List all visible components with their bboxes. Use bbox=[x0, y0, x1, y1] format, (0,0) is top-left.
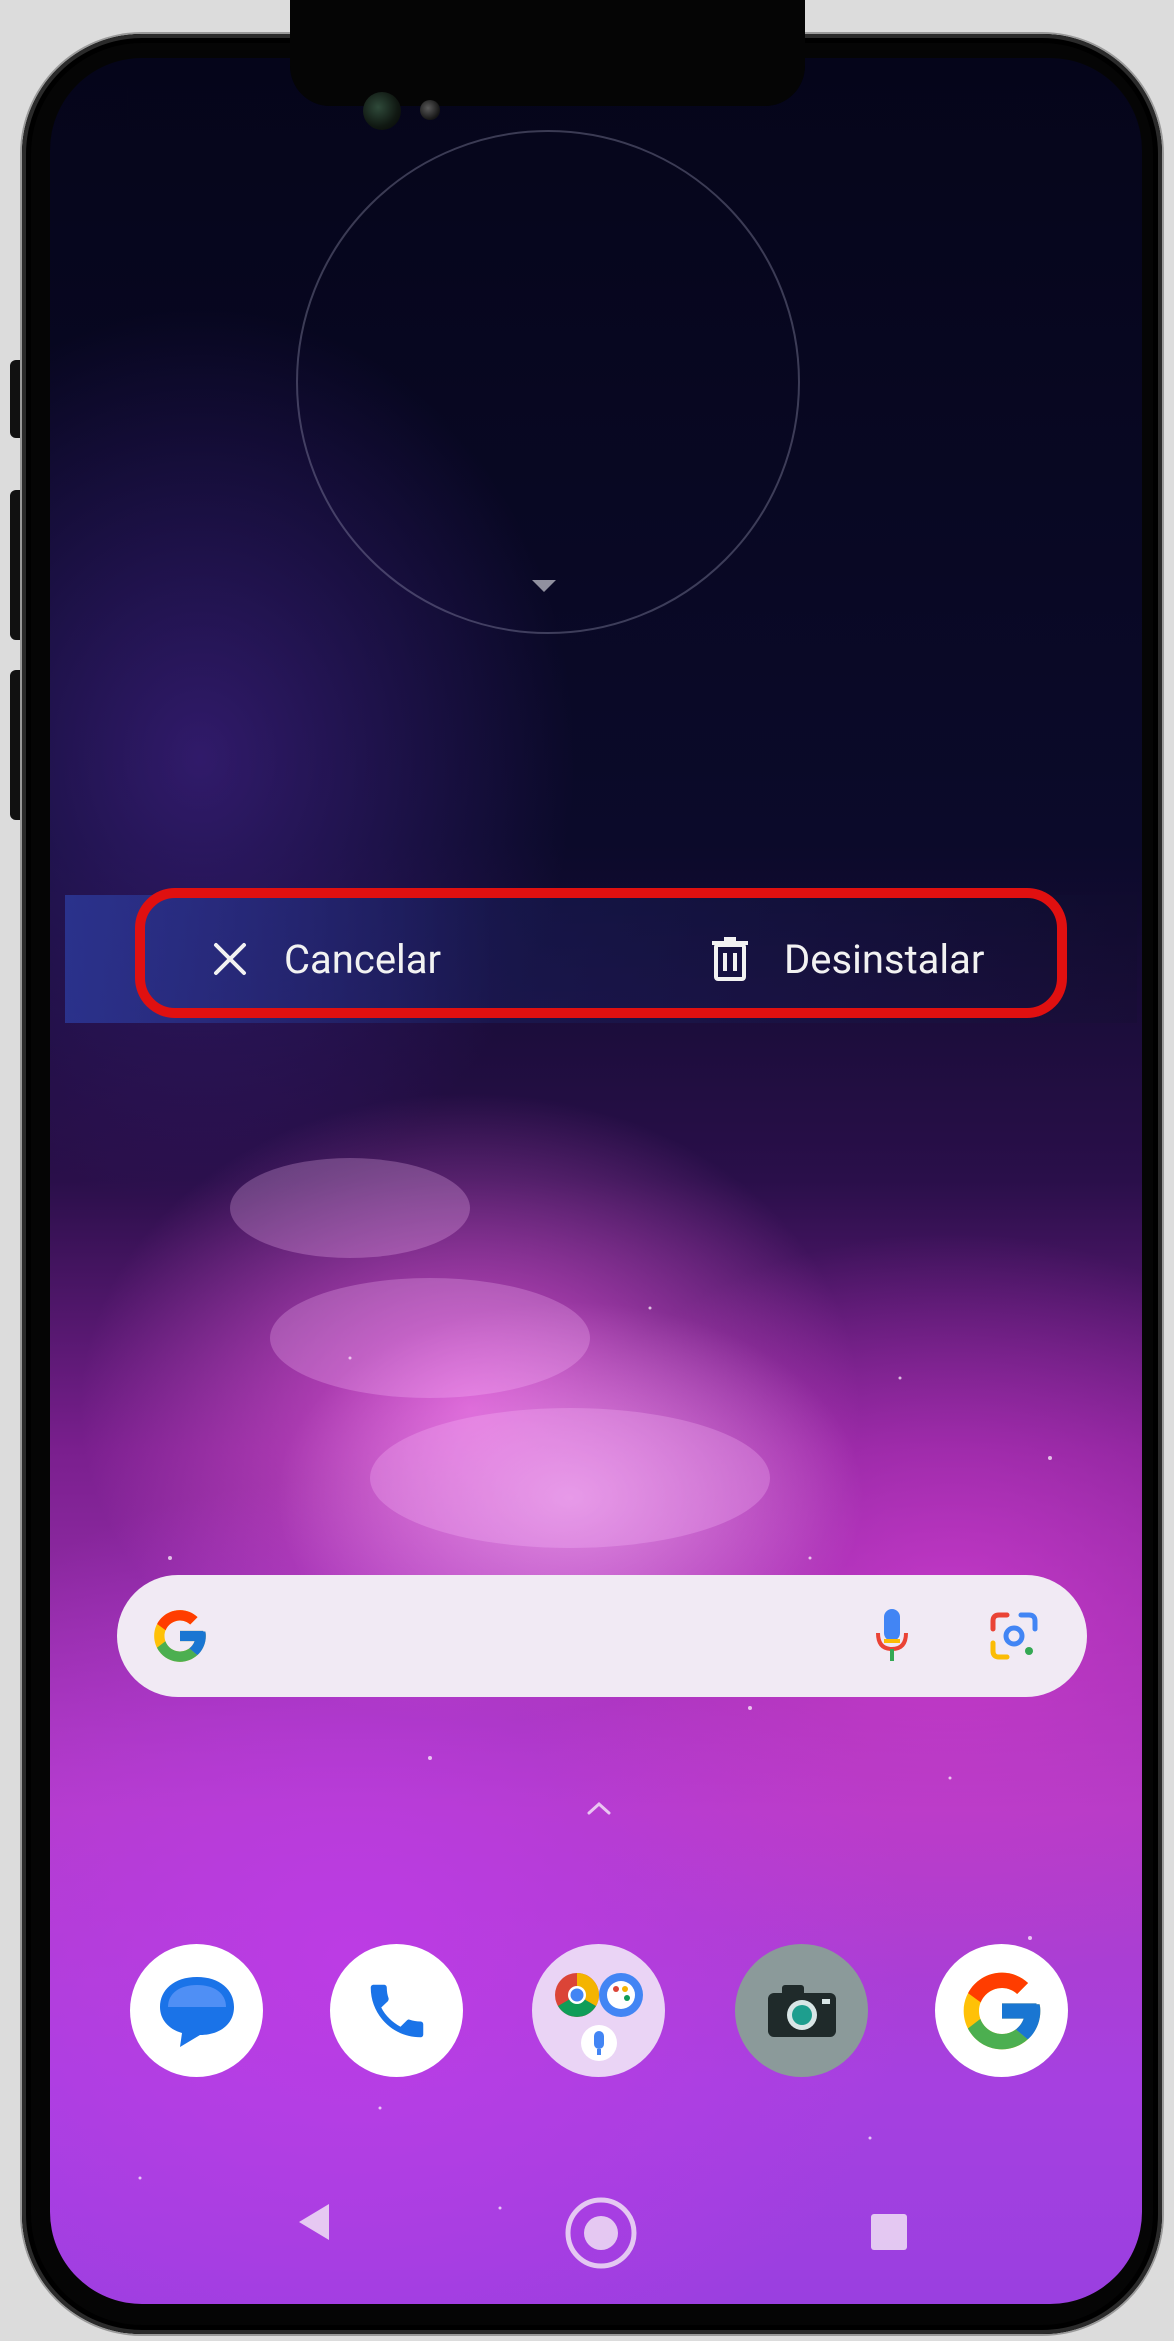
proximity-sensor bbox=[420, 100, 440, 120]
uninstall-label: Desinstalar bbox=[784, 935, 985, 983]
cancel-button[interactable]: Cancelar bbox=[212, 930, 441, 988]
uninstall-button[interactable]: Desinstalar bbox=[712, 930, 984, 988]
messages-app-icon[interactable] bbox=[130, 1944, 263, 2077]
google-lens-icon[interactable] bbox=[989, 1611, 1039, 1661]
chrome-google-folder-icon[interactable] bbox=[532, 1944, 665, 2077]
clock-widget[interactable] bbox=[296, 130, 800, 634]
phone-app-icon[interactable] bbox=[330, 1944, 463, 2077]
back-button[interactable] bbox=[293, 2200, 333, 2244]
trash-icon bbox=[712, 937, 748, 981]
recents-button[interactable] bbox=[869, 2212, 909, 2252]
display-notch bbox=[290, 0, 805, 106]
google-g-icon bbox=[154, 1610, 206, 1662]
mic-icon[interactable] bbox=[872, 1605, 912, 1667]
app-drawer-caret-icon[interactable] bbox=[586, 1800, 612, 1816]
close-icon bbox=[212, 941, 248, 977]
home-button[interactable] bbox=[563, 2195, 639, 2271]
cancel-label: Cancelar bbox=[284, 935, 442, 983]
google-app-icon[interactable] bbox=[935, 1944, 1068, 2077]
camera-app-icon[interactable] bbox=[735, 1944, 868, 2077]
clock-widget-indicator bbox=[532, 580, 556, 592]
google-search-bar[interactable] bbox=[117, 1575, 1087, 1697]
front-camera bbox=[363, 92, 401, 130]
